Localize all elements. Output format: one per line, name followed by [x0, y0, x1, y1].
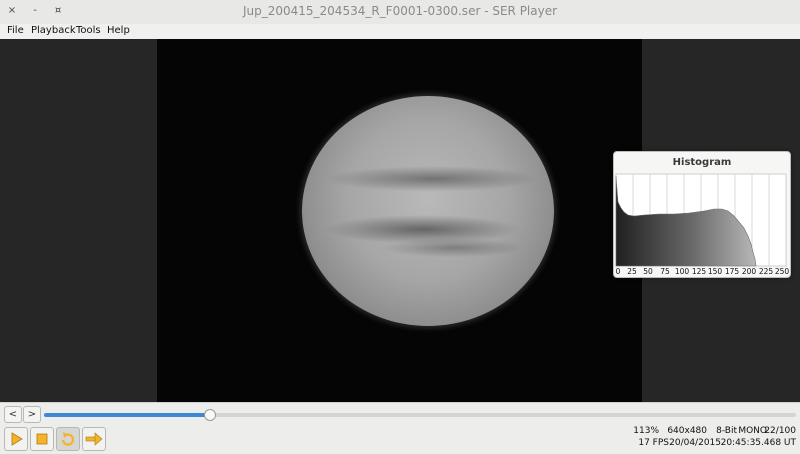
zoom-level: 113%	[633, 426, 659, 436]
histogram-tick-labels: 0 25 50 75 100 125 150 175 200 225 250	[616, 267, 790, 276]
play-button[interactable]	[4, 427, 28, 451]
color-mode: MONO	[738, 426, 767, 436]
jupiter-image	[302, 96, 554, 326]
tick-0: 0	[616, 267, 621, 276]
forward-button[interactable]	[82, 427, 106, 451]
transport-bar: < > 113% 640x480 8-Bit MONO 22/100 17 FP…	[0, 402, 800, 454]
next-frame-button[interactable]: >	[23, 406, 41, 423]
menu-playback[interactable]: Playback	[31, 25, 76, 36]
play-icon	[11, 432, 23, 446]
tick-250: 250	[775, 267, 790, 276]
frame-image	[157, 39, 642, 402]
frame-slider[interactable]	[44, 409, 796, 421]
tick-50: 50	[643, 267, 653, 276]
tick-75: 75	[660, 267, 670, 276]
prev-frame-button[interactable]: <	[4, 406, 22, 423]
repeat-button[interactable]	[56, 427, 80, 451]
window-title: Jup_200415_204534_R_F0001-0300.ser - SER…	[242, 4, 558, 18]
capture-time: 20:45:35.468 UT	[720, 438, 796, 448]
bit-depth: 8-Bit	[716, 426, 737, 436]
tick-175: 175	[725, 267, 740, 276]
tick-150: 150	[708, 267, 723, 276]
histogram-chart: 0 25 50 75 100 125 150 175 200 225 250	[615, 173, 790, 276]
menu-help[interactable]: Help	[107, 25, 130, 36]
tick-25: 25	[627, 267, 637, 276]
tick-225: 225	[759, 267, 774, 276]
capture-date: 20/04/2015	[669, 438, 721, 448]
repeat-icon	[61, 432, 75, 446]
menu-file[interactable]: File	[7, 25, 24, 36]
stop-button[interactable]	[30, 427, 54, 451]
forward-icon	[85, 432, 103, 446]
frame-counter: 22/100	[764, 426, 796, 436]
tick-200: 200	[742, 267, 757, 276]
fps: 17 FPS	[638, 438, 669, 448]
tick-125: 125	[692, 267, 707, 276]
histogram-panel[interactable]: Histogram 0 25 50 75 100 125 150 175 200…	[613, 151, 791, 278]
tick-100: 100	[675, 267, 690, 276]
frame-slider-fill	[44, 413, 210, 417]
stop-icon	[36, 433, 48, 445]
menu-bar: File Playback Tools Help	[0, 24, 800, 39]
menu-tools[interactable]: Tools	[76, 25, 101, 36]
histogram-title: Histogram	[672, 157, 732, 168]
frame-slider-thumb[interactable]	[204, 409, 217, 421]
resolution: 640x480	[667, 426, 707, 436]
title-bar: × - ¤ Jup_200415_204534_R_F0001-0300.ser…	[0, 0, 800, 25]
